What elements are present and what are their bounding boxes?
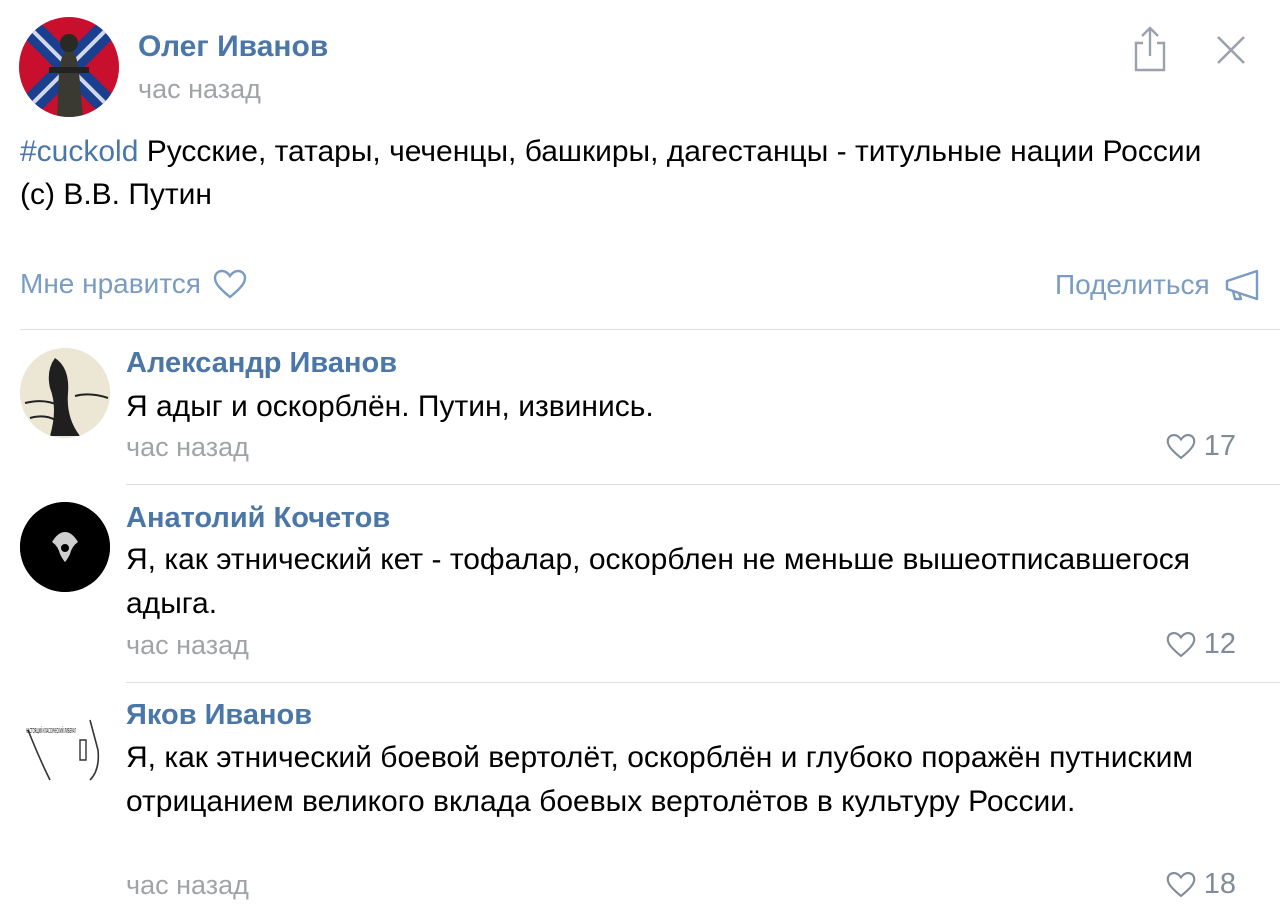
share-button[interactable]: Поделиться	[1055, 268, 1262, 302]
heart-icon	[213, 269, 247, 299]
heart-icon	[1166, 433, 1196, 460]
divider	[126, 484, 1280, 485]
avatar-caption: НАСТОЯЩИЙ КЛАССИЧЕСКИЙ ЛИБЕРАЛ	[26, 726, 76, 735]
comment-text: Я, как этнический боевой вертолёт, оскор…	[126, 741, 1193, 818]
comment-text: Я, как этнический кет - тофалар, оскорбл…	[126, 543, 1191, 620]
like-label: Мне нравится	[20, 268, 201, 299]
like-button[interactable]: Мне нравится	[20, 268, 247, 300]
comment-author-name[interactable]: Анатолий Кочетов	[126, 502, 390, 535]
comment-like-button[interactable]: 17	[1166, 430, 1236, 463]
comment-avatar[interactable]: НАСТОЯЩИЙ КЛАССИЧЕСКИЙ ЛИБЕРАЛ	[20, 700, 110, 790]
like-count: 17	[1203, 430, 1236, 462]
post-text: #cuckold Русские, татары, чеченцы, башки…	[20, 130, 1240, 216]
post-hashtag[interactable]: #cuckold	[20, 135, 138, 168]
share-label: Поделиться	[1055, 269, 1210, 300]
comment-time: час назад	[126, 630, 249, 660]
heart-icon	[1166, 871, 1196, 898]
comment-time: час назад	[126, 432, 249, 462]
post-header: Олег Иванов час назад	[0, 0, 1280, 120]
divider	[126, 682, 1280, 683]
comment-author-name[interactable]: Яков Иванов	[126, 699, 312, 732]
comment-avatar[interactable]	[20, 502, 110, 592]
heart-icon	[1166, 631, 1196, 658]
megaphone-icon	[1225, 269, 1258, 301]
comment-like-button[interactable]: 12	[1166, 628, 1236, 661]
like-count: 12	[1203, 628, 1236, 660]
divider	[20, 329, 1280, 330]
post-author-name[interactable]: Олег Иванов	[138, 30, 328, 64]
like-count: 18	[1203, 868, 1236, 900]
author-avatar[interactable]	[19, 17, 119, 117]
comment-like-button[interactable]: 18	[1166, 868, 1236, 901]
comment-time: час назад	[126, 870, 249, 900]
share-upload-icon[interactable]	[1133, 26, 1167, 77]
comment-avatar[interactable]	[20, 348, 110, 438]
comment-text: Я адыг и оскорблён. Путин, извинись.	[126, 390, 654, 423]
post-time: час назад	[138, 74, 261, 104]
close-icon[interactable]	[1216, 35, 1246, 70]
post-body: Русские, татары, чеченцы, башкиры, дагес…	[20, 135, 1202, 211]
comment-author-name[interactable]: Александр Иванов	[126, 347, 397, 380]
